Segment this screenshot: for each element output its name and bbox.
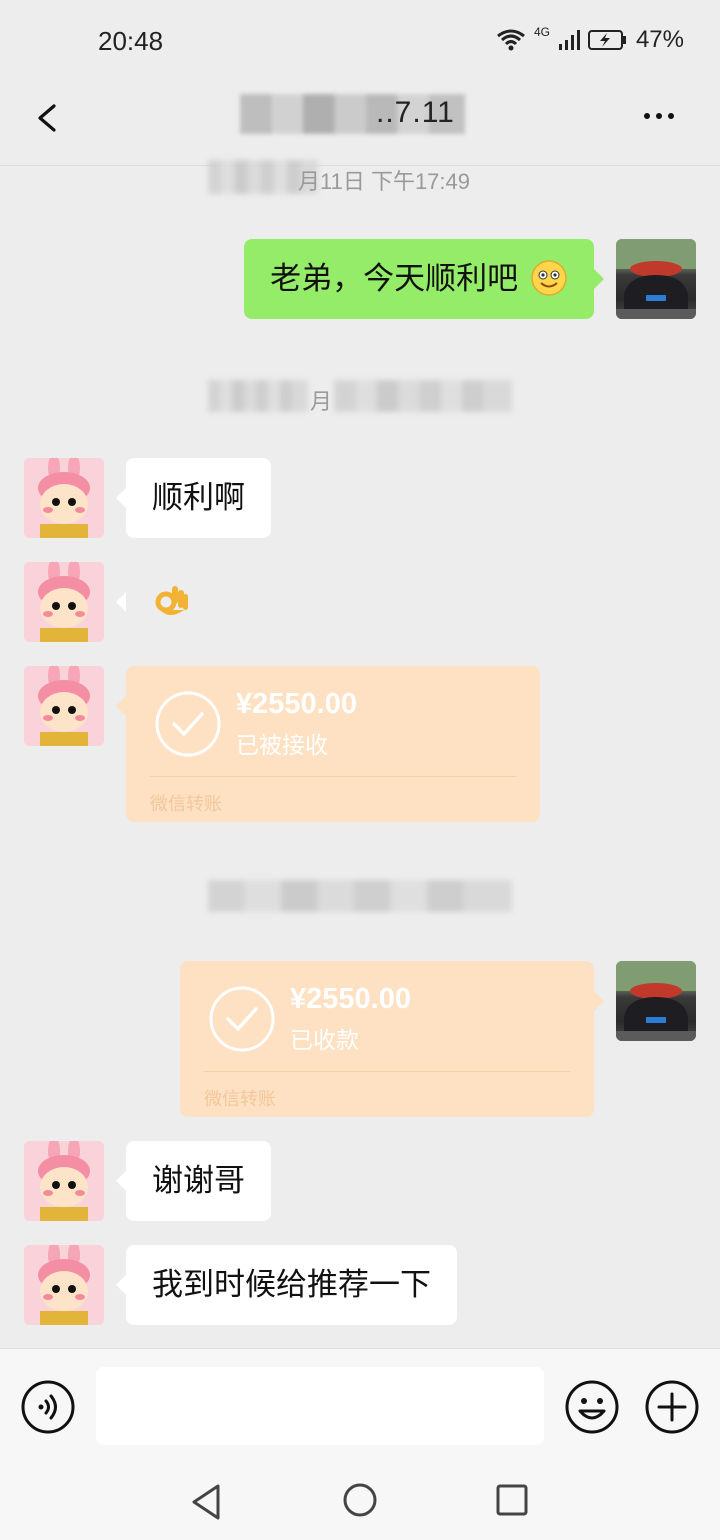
cartoon-bunny-avatar-icon [24, 562, 104, 642]
battery-percent: 47% [635, 26, 684, 53]
transfer-card[interactable]: ¥2550.00 已被接收 微信转账 [116, 666, 540, 822]
signal-icon [558, 30, 580, 50]
message-bubble-received[interactable]: 顺利啊 [116, 458, 271, 538]
ok-hand-emoji-icon [155, 586, 188, 615]
message-text: 我到时候给推荐一下 [152, 1267, 431, 1303]
transfer-brand-label: 微信转账 [204, 1089, 276, 1110]
contact-avatar[interactable] [24, 458, 104, 538]
cartoon-bunny-avatar-icon [24, 458, 104, 538]
network-type-label: 4G [533, 25, 550, 39]
status-bar: 20:48 4G 47% [0, 0, 720, 84]
message-text: 谢谢哥 [152, 1163, 245, 1199]
bubble-tail [116, 592, 126, 612]
message-input[interactable] [96, 1367, 544, 1445]
nav-recent-apps-icon[interactable] [496, 1484, 528, 1516]
bubble-tail [116, 488, 126, 508]
nav-home-icon[interactable] [342, 1482, 378, 1518]
timestamp: 月11日 下午17:49 [298, 169, 471, 194]
timestamp-blur [208, 380, 308, 412]
dot-icon [668, 113, 674, 119]
bubble-tail [594, 991, 604, 1011]
message-text: 老弟，今天顺利吧 [270, 261, 519, 297]
contact-avatar[interactable] [24, 666, 104, 746]
more-options-button[interactable] [644, 106, 684, 126]
wifi-icon [497, 29, 525, 51]
transfer-status: 已被接收 [236, 733, 328, 759]
status-time: 20:48 [98, 26, 164, 56]
battery-icon [587, 30, 626, 50]
timestamp-blur [208, 880, 512, 912]
transfer-amount: ¥2550.00 [290, 983, 411, 1015]
cartoon-bunny-avatar-icon [24, 666, 104, 746]
my-avatar[interactable] [616, 961, 696, 1041]
car-photo-icon [616, 961, 696, 1041]
plus-icon[interactable] [644, 1379, 700, 1435]
check-circle-icon [155, 691, 221, 757]
chat-title: ..7.11 [376, 96, 455, 129]
chat-input-bar [0, 1348, 720, 1460]
divider [204, 1071, 570, 1072]
system-nav-bar [0, 1460, 720, 1540]
check-circle-icon [209, 986, 275, 1052]
dot-icon [656, 113, 662, 119]
divider [150, 776, 516, 777]
chat-header: ..7.11 [0, 84, 720, 166]
message-bubble-received[interactable]: 谢谢哥 [116, 1141, 271, 1221]
cartoon-bunny-avatar-icon [24, 1245, 104, 1325]
back-arrow-icon[interactable] [28, 98, 68, 138]
contact-avatar[interactable] [24, 1141, 104, 1221]
message-text: 顺利啊 [152, 480, 245, 516]
transfer-amount: ¥2550.00 [236, 688, 357, 720]
contact-avatar[interactable] [24, 1245, 104, 1325]
transfer-brand-label: 微信转账 [150, 794, 222, 815]
timestamp-blur [334, 380, 512, 412]
voice-input-icon[interactable] [20, 1379, 76, 1435]
status-icons: 4G 47% [496, 25, 684, 54]
smile-emoji-icon [531, 259, 567, 296]
emoji-icon[interactable] [564, 1379, 620, 1435]
car-photo-icon [616, 239, 696, 319]
bubble-tail [116, 696, 126, 716]
message-bubble-sent[interactable]: 老弟，今天顺利吧 [244, 239, 604, 319]
message-bubble-received[interactable]: 我到时候给推荐一下 [116, 1245, 457, 1325]
transfer-card[interactable]: ¥2550.00 已收款 微信转账 [180, 961, 604, 1117]
bubble-tail [116, 1275, 126, 1295]
contact-avatar[interactable] [24, 562, 104, 642]
my-avatar[interactable] [616, 239, 696, 319]
bubble-tail [116, 1171, 126, 1191]
dot-icon [644, 113, 650, 119]
bubble-tail [594, 269, 604, 289]
transfer-status: 已收款 [290, 1028, 359, 1054]
timestamp: 月 [310, 389, 333, 414]
nav-back-icon[interactable] [188, 1482, 224, 1522]
cartoon-bunny-avatar-icon [24, 1141, 104, 1221]
